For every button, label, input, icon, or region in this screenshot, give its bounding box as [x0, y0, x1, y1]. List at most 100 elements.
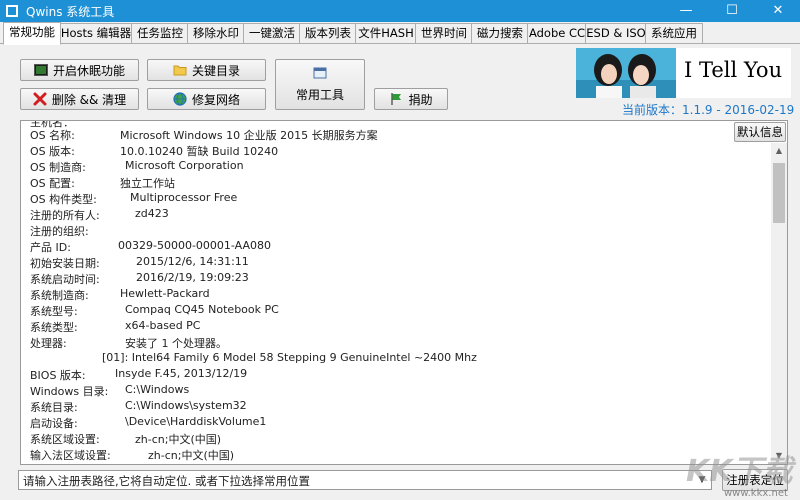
sysinfo-value: zd423 [135, 207, 169, 220]
registry-path-input[interactable]: 请输入注册表路径,它将自动定位. 或者下拉选择常用位置 [23, 473, 310, 489]
sysinfo-value: Microsoft Windows 10 企业版 2015 长期服务方案 [120, 129, 378, 142]
sysinfo-label: 处理器: [30, 337, 67, 350]
delete-clean-label: 删除 && 清理 [51, 92, 127, 107]
hibernate-button[interactable]: 开启休眠功能 [20, 59, 139, 81]
sysinfo-value: 2016/2/19, 19:09:23 [136, 271, 249, 284]
sysinfo-label: OS 构件类型: [30, 193, 97, 206]
red-x-icon [33, 92, 47, 106]
sysinfo-value: 独立工作站 [120, 177, 175, 190]
sysinfo-label: 系统区域设置: [30, 433, 100, 446]
sysinfo-row: BIOS 版本: Insyde F.45, 2013/12/19 [30, 367, 247, 383]
sysinfo-value: Compaq CQ45 Notebook PC [125, 303, 279, 316]
sysinfo-row: 系统区域设置: zh-cn;中文(中国) [30, 431, 221, 447]
tab-hosts-editor[interactable]: Hosts 编辑器 [59, 23, 133, 43]
tab-magnet-search[interactable]: 磁力搜索 [471, 23, 529, 43]
tab-version-list[interactable]: 版本列表 [299, 23, 357, 43]
sysinfo-row: 系统制造商: Hewlett-Packard [30, 287, 210, 303]
sysinfo-label: 系统型号: [30, 305, 78, 318]
sysinfo-label: OS 制造商: [30, 161, 86, 174]
sysinfo-label: 启动设备: [30, 417, 78, 430]
sysinfo-label: 系统类型: [30, 321, 78, 334]
tab-strip: 常规功能 Hosts 编辑器 任务监控 移除水印 一键激活 版本列表 文件HAS… [0, 22, 800, 45]
sysinfo-label: 注册的所有人: [30, 209, 100, 222]
sysinfo-value: Multiprocessor Free [130, 191, 238, 204]
tab-world-time[interactable]: 世界时间 [415, 23, 473, 43]
default-info-button[interactable]: 默认信息 [734, 122, 786, 142]
sysinfo-row: 启动设备: \Device\HarddiskVolume1 [30, 415, 266, 431]
key-dirs-button[interactable]: 关键目录 [147, 59, 266, 81]
registry-path-combobox[interactable]: 请输入注册表路径,它将自动定位. 或者下拉选择常用位置 ▼ [18, 470, 712, 490]
scroll-thumb[interactable] [773, 163, 785, 223]
title-bar: Qwins 系统工具 — ☐ ✕ [0, 0, 800, 22]
sysinfo-row: Windows 目录: C:\Windows [30, 383, 189, 399]
sysinfo-row: 初始安装日期: 2015/12/6, 14:31:11 [30, 255, 249, 271]
version-label: 当前版本：1.1.9 - 2016-02-19 [622, 103, 795, 117]
tab-file-hash[interactable]: 文件HASH [355, 23, 417, 43]
sysinfo-value: C:\Windows\system32 [125, 399, 247, 412]
sysinfo-label: BIOS 版本: [30, 369, 86, 382]
tab-esd-iso[interactable]: ESD & ISO [585, 23, 647, 43]
sysinfo-label: 系统启动时间: [30, 273, 100, 286]
scroll-up-arrow-icon[interactable]: ▲ [771, 143, 787, 159]
donate-button[interactable]: 捐助 [374, 88, 448, 110]
sysinfo-row: 系统启动时间: 2016/2/19, 19:09:23 [30, 271, 249, 287]
sysinfo-row: OS 名称: Microsoft Windows 10 企业版 2015 长期服务… [30, 127, 378, 143]
sysinfo-row: OS 制造商: Microsoft Corporation [30, 159, 244, 175]
sysinfo-value: [01]: Intel64 Family 6 Model 58 Stepping… [102, 351, 477, 364]
sysinfo-row: 系统类型: x64-based PC [30, 319, 201, 335]
sysinfo-row: 处理器: 安装了 1 个处理器。 [30, 335, 227, 351]
sysinfo-label: 系统制造商: [30, 289, 89, 302]
sysinfo-value: Microsoft Corporation [125, 159, 244, 172]
maximize-button[interactable]: ☐ [710, 0, 754, 22]
sysinfo-value: zh-cn;中文(中国) [135, 433, 222, 446]
sysinfo-value: 10.0.10240 暂缺 Build 10240 [120, 145, 279, 158]
sysinfo-row: OS 版本: 10.0.10240 暂缺 Build 10240 [30, 143, 278, 159]
sysinfo-value: Hewlett-Packard [120, 287, 210, 300]
sysinfo-row: 系统目录: C:\Windows\system32 [30, 399, 247, 415]
donate-label: 捐助 [408, 92, 433, 107]
sysinfo-row: 输入法区域设置: zh-cn;中文(中国) [30, 447, 234, 463]
watermark: KK下载 www.kkx.net [686, 446, 793, 499]
banner-photo [576, 48, 676, 98]
sysinfo-row: 注册的所有人: zd423 [30, 207, 169, 223]
sysinfo-label: 产品 ID: [30, 241, 71, 254]
sysinfo-label: 系统目录: [30, 401, 78, 414]
close-button[interactable]: ✕ [756, 0, 800, 22]
flag-icon [391, 93, 402, 105]
sysinfo-value: \Device\HarddiskVolume1 [125, 415, 267, 428]
repair-network-button[interactable]: 修复网络 [147, 88, 266, 110]
tab-task-monitor[interactable]: 任务监控 [131, 23, 189, 43]
sysinfo-value: 安装了 1 个处理器。 [125, 337, 227, 350]
brand-banner: I Tell You [576, 48, 791, 98]
minimize-button[interactable]: — [664, 0, 708, 22]
sysinfo-row: 注册的组织: [30, 223, 89, 239]
sysinfo-row: OS 配置: 独立工作站 [30, 175, 175, 191]
sysinfo-box[interactable]: 主机名： OS 名称: Microsoft Windows 10 企业版 2015… [20, 120, 788, 465]
sysinfo-label: OS 名称: [30, 129, 75, 142]
repair-network-label: 修复网络 [191, 92, 240, 107]
sysinfo-label: 初始安装日期: [30, 257, 100, 270]
watermark-url: www.kkx.net [724, 488, 788, 499]
tab-activate[interactable]: 一键激活 [243, 23, 301, 43]
tab-adobe-cc[interactable]: Adobe CC [527, 23, 587, 43]
folder-icon [173, 65, 187, 76]
sysinfo-value: 2015/12/6, 14:31:11 [136, 255, 249, 268]
terminal-icon [33, 64, 48, 76]
sysinfo-value: zh-cn;中文(中国) [148, 449, 235, 462]
tab-system-apps[interactable]: 系统应用 [645, 23, 703, 43]
watermark-logo: KK下载 [686, 454, 793, 489]
sysinfo-label: 输入法区域设置: [30, 449, 111, 462]
vertical-scrollbar[interactable]: ▲ ▼ [771, 143, 787, 464]
sysinfo-value: x64-based PC [125, 319, 201, 332]
sysinfo-value: Insyde F.45, 2013/12/19 [115, 367, 248, 380]
brand-text: I Tell You [684, 58, 783, 82]
globe-icon [173, 92, 187, 106]
sysinfo-label: OS 配置: [30, 177, 75, 190]
sysinfo-label: OS 版本: [30, 145, 75, 158]
tab-general[interactable]: 常规功能 [3, 22, 61, 45]
app-icon [6, 5, 18, 17]
tab-remove-watermark[interactable]: 移除水印 [187, 23, 245, 43]
common-tools-button[interactable]: 常用工具 [275, 59, 365, 110]
delete-clean-button[interactable]: 删除 && 清理 [20, 88, 139, 110]
common-tools-label: 常用工具 [295, 88, 344, 102]
